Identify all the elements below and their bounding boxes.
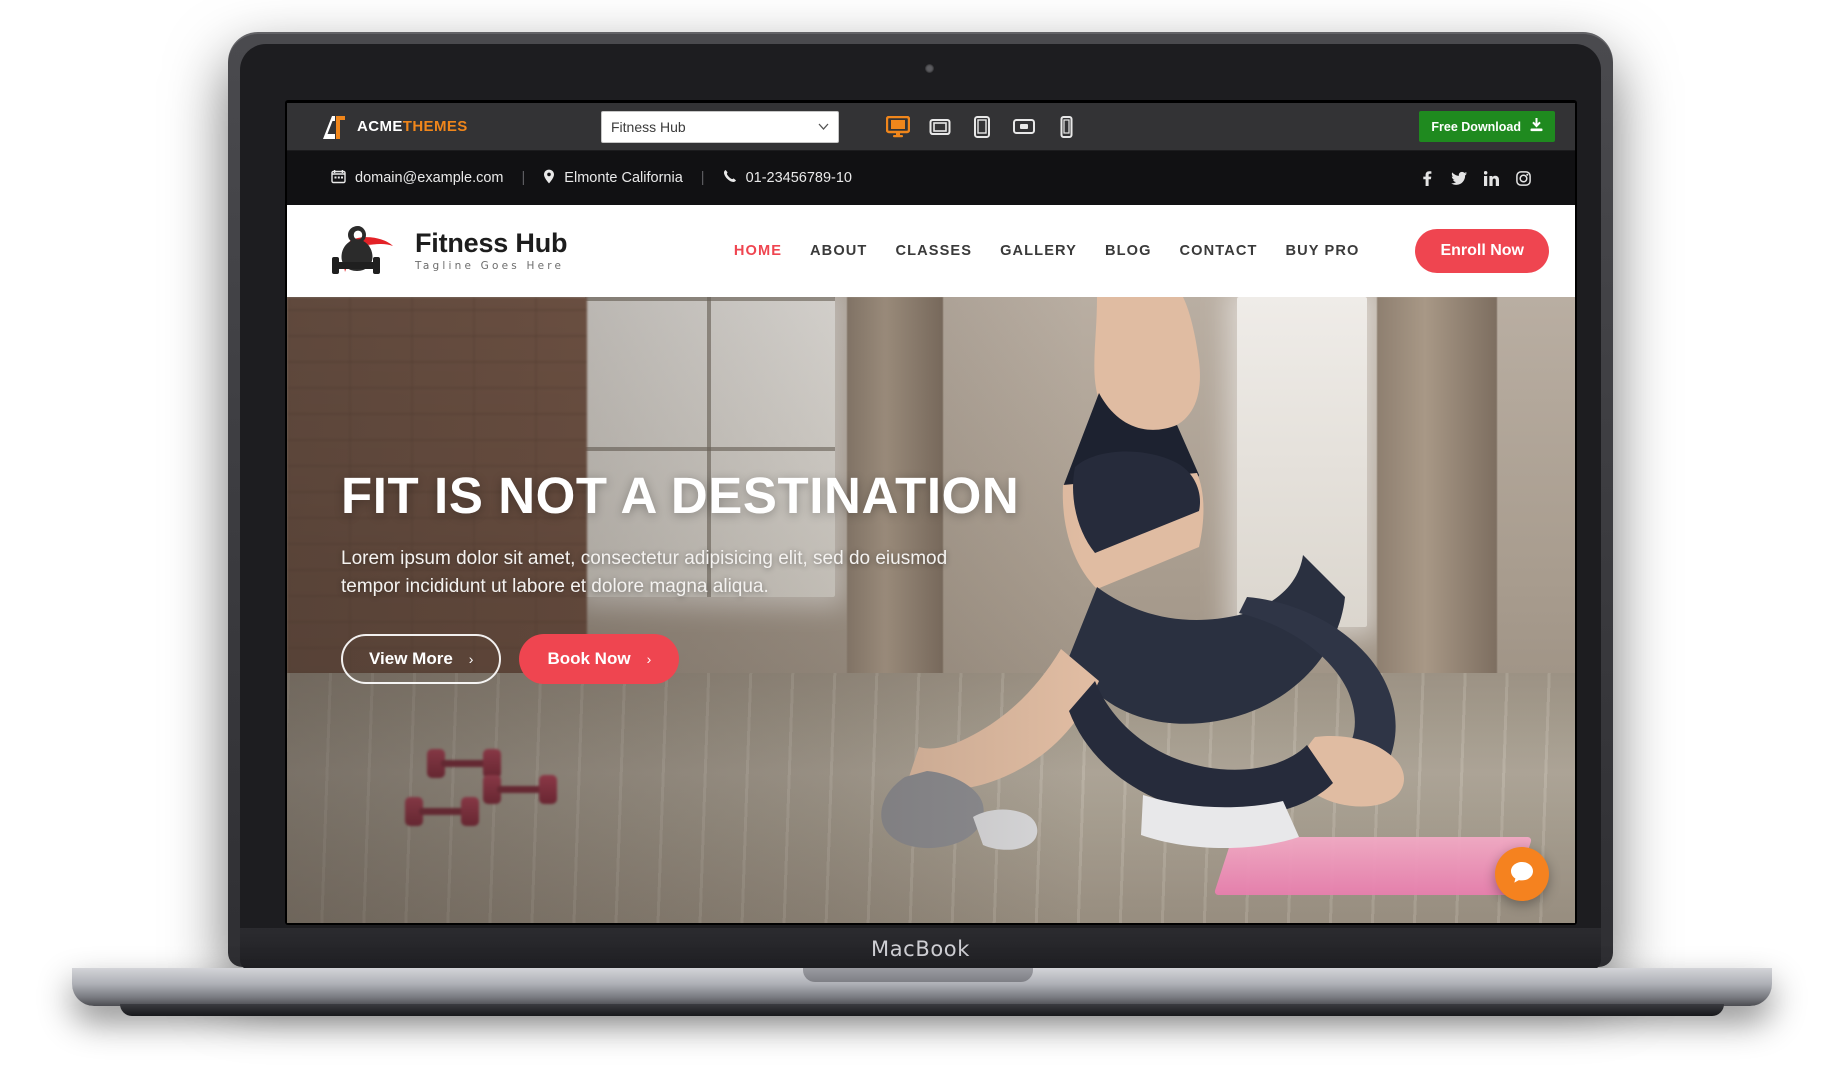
- brand-tagline: Tagline Goes Here: [415, 260, 565, 273]
- address-text: Elmonte California: [564, 170, 683, 186]
- hero-buttons: View More › Book Now ›: [341, 634, 1001, 685]
- hero-subtitle: Lorem ipsum dolor sit amet, consectetur …: [341, 547, 948, 598]
- info-separator-1: |: [521, 170, 526, 186]
- linkedin-icon[interactable]: [1484, 170, 1499, 186]
- chat-bubble-icon: [1509, 859, 1535, 890]
- facebook-icon[interactable]: [1419, 170, 1434, 186]
- acmethemes-wordmark: ACMETHEMES: [357, 118, 468, 135]
- nav-item-home[interactable]: HOME: [734, 243, 782, 259]
- desktop-preview-icon[interactable]: [885, 115, 911, 139]
- site-header: Fitness Hub Tagline Goes Here HOME ABOUT…: [287, 205, 1575, 297]
- theme-select-value: Fitness Hub: [611, 118, 686, 135]
- view-more-button[interactable]: View More ›: [341, 634, 502, 685]
- info-separator-2: |: [700, 170, 705, 186]
- screenshot-root: ACMETHEMES Fitness Hub Free Download dom…: [0, 0, 1836, 1080]
- mobile-preview-icon[interactable]: [1053, 115, 1079, 139]
- logo-text-themes: THEMES: [402, 118, 468, 135]
- macbook-label: MacBook: [871, 937, 970, 961]
- site-brand[interactable]: Fitness Hub Tagline Goes Here: [331, 220, 568, 282]
- hero-section: FIT IS NOT A DESTINATION Lorem ipsum dol…: [287, 297, 1575, 923]
- browser-viewport: ACMETHEMES Fitness Hub Free Download dom…: [287, 103, 1575, 923]
- nav-item-blog[interactable]: BLOG: [1105, 243, 1152, 259]
- enroll-now-button[interactable]: Enroll Now: [1415, 229, 1549, 273]
- chevron-right-icon: ›: [646, 651, 652, 668]
- acmethemes-logo[interactable]: ACMETHEMES: [301, 112, 601, 142]
- download-icon: [1530, 118, 1543, 135]
- envelope-icon: [331, 169, 346, 188]
- email-text: domain@example.com: [355, 170, 504, 186]
- webcam-icon: [925, 64, 934, 73]
- fitness-hub-logo-icon: [331, 220, 405, 282]
- nav-item-classes[interactable]: CLASSES: [895, 243, 972, 259]
- device-preview-switcher: [885, 115, 1079, 139]
- phone-info[interactable]: 01-23456789-10: [723, 169, 852, 187]
- top-info-bar: domain@example.com | Elmonte California …: [287, 151, 1575, 205]
- laptop-preview-icon[interactable]: [927, 115, 953, 139]
- book-now-button[interactable]: Book Now ›: [519, 634, 680, 685]
- email-info[interactable]: domain@example.com: [331, 169, 504, 188]
- theme-select[interactable]: Fitness Hub: [601, 110, 839, 143]
- twitter-icon[interactable]: [1451, 171, 1467, 186]
- nav-item-contact[interactable]: CONTACT: [1180, 243, 1258, 259]
- tablet-landscape-preview-icon[interactable]: [1011, 115, 1037, 139]
- chat-widget-button[interactable]: [1495, 847, 1549, 901]
- free-download-button[interactable]: Free Download: [1419, 111, 1555, 142]
- social-links: [1419, 170, 1553, 186]
- phone-icon: [723, 169, 737, 187]
- nav-item-about[interactable]: ABOUT: [810, 243, 867, 259]
- laptop-base-foot: [120, 1004, 1724, 1016]
- address-info[interactable]: Elmonte California: [543, 169, 683, 188]
- nav-item-gallery[interactable]: GALLERY: [1000, 243, 1077, 259]
- hero-title: FIT IS NOT A DESTINATION: [341, 467, 1020, 524]
- logo-text-acme: ACME: [357, 118, 403, 135]
- laptop-base-notch: [803, 968, 1033, 982]
- main-navigation: HOME ABOUT CLASSES GALLERY BLOG CONTACT …: [734, 229, 1549, 273]
- map-pin-icon: [543, 169, 555, 188]
- brand-text: Fitness Hub Tagline Goes Here: [415, 228, 568, 273]
- view-more-label: View More: [369, 649, 453, 669]
- free-download-label: Free Download: [1431, 119, 1521, 134]
- hero-content: FIT IS NOT A DESTINATION Lorem ipsum dol…: [341, 467, 1020, 685]
- phone-text: 01-23456789-10: [745, 170, 852, 186]
- book-now-label: Book Now: [547, 649, 631, 669]
- brand-name: Fitness Hub: [415, 228, 568, 259]
- preview-toolbar: ACMETHEMES Fitness Hub Free Download: [287, 103, 1575, 151]
- instagram-icon[interactable]: [1516, 170, 1531, 186]
- laptop-chin: MacBook: [240, 928, 1601, 970]
- chevron-down-icon: [818, 121, 829, 133]
- tablet-portrait-preview-icon[interactable]: [969, 115, 995, 139]
- nav-item-buy-pro[interactable]: BUY PRO: [1286, 243, 1360, 259]
- acmethemes-mark-icon: [319, 112, 349, 142]
- chevron-right-icon: ›: [468, 651, 474, 668]
